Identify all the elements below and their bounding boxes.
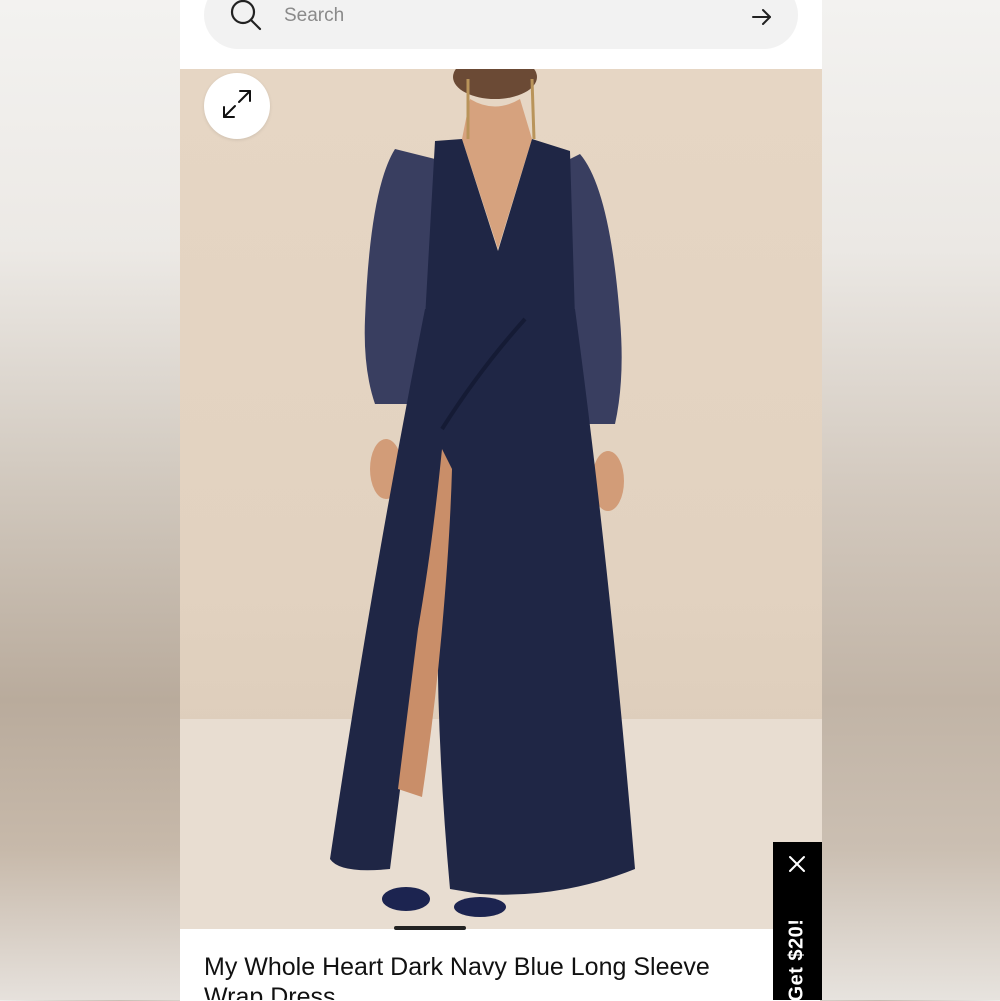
expand-icon bbox=[220, 87, 254, 126]
product-page: My Whole Heart Dark Navy Blue Long Sleev… bbox=[180, 0, 822, 1000]
product-title: My Whole Heart Dark Navy Blue Long Sleev… bbox=[204, 953, 710, 1000]
background-blur-left bbox=[0, 0, 180, 1000]
promo-tab[interactable]: Get $20! bbox=[773, 842, 822, 1001]
background-blur-right bbox=[822, 0, 1000, 1000]
search-icon[interactable] bbox=[228, 0, 264, 33]
product-image[interactable] bbox=[180, 69, 822, 929]
promo-label[interactable]: Get $20! bbox=[786, 919, 809, 1001]
dress-photo bbox=[180, 69, 822, 929]
expand-image-button[interactable] bbox=[204, 73, 270, 139]
arrow-right-icon[interactable] bbox=[750, 5, 774, 29]
search-bar[interactable] bbox=[204, 0, 798, 49]
search-input[interactable] bbox=[282, 1, 726, 31]
image-pager-indicator[interactable] bbox=[394, 926, 466, 930]
close-icon[interactable] bbox=[787, 854, 807, 874]
